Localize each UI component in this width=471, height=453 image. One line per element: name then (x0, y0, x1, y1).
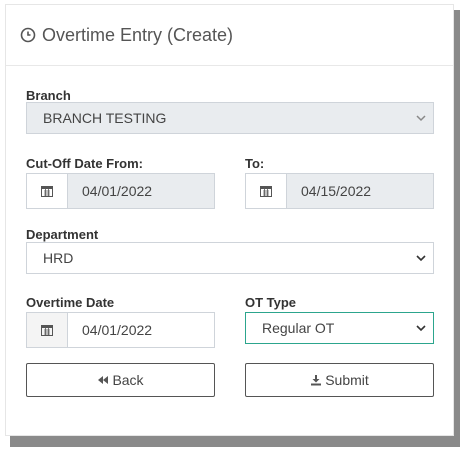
calendar-addon (27, 313, 68, 347)
cutoff-from-input[interactable]: 04/01/2022 (26, 173, 215, 209)
cutoff-from-value: 04/01/2022 (82, 183, 153, 199)
overtime-date-value: 04/01/2022 (82, 322, 153, 338)
cutoff-from-label: Cut-Off Date From: (26, 156, 143, 171)
page-title: Overtime Entry (Create) (42, 24, 234, 45)
download-icon (311, 375, 322, 386)
department-select[interactable]: HRD (26, 242, 434, 274)
chevron-down-icon (416, 325, 426, 332)
chevron-down-icon (416, 115, 426, 122)
cutoff-to-value: 04/15/2022 (301, 183, 372, 199)
card-header: Overtime Entry (Create) (6, 5, 453, 66)
clock-icon (20, 27, 36, 43)
ot-type-label: OT Type (245, 295, 297, 310)
ot-type-select[interactable]: Regular OT (245, 312, 434, 344)
submit-button[interactable]: Submit (245, 363, 434, 397)
back-label: Back (112, 372, 144, 388)
calendar-icon (41, 186, 53, 197)
overtime-date-label: Overtime Date (26, 295, 115, 310)
calendar-icon (41, 325, 53, 336)
chevron-down-icon (416, 255, 426, 262)
branch-select[interactable]: BRANCH TESTING (26, 102, 434, 134)
calendar-addon (246, 174, 287, 208)
backward-icon (98, 376, 109, 384)
cutoff-to-input[interactable]: 04/15/2022 (245, 173, 434, 209)
overtime-entry-card: Overtime Entry (Create) Branch BRANCH TE… (5, 4, 454, 436)
department-label: Department (26, 227, 99, 242)
department-value: HRD (43, 250, 74, 266)
branch-value: BRANCH TESTING (43, 110, 167, 126)
branch-label: Branch (26, 88, 71, 103)
cutoff-to-label: To: (245, 156, 265, 171)
calendar-addon (27, 174, 68, 208)
overtime-date-input[interactable]: 04/01/2022 (26, 312, 215, 348)
calendar-icon (260, 186, 272, 197)
back-button[interactable]: Back (26, 363, 215, 397)
ot-type-value: Regular OT (262, 320, 335, 336)
submit-label: Submit (325, 372, 369, 388)
